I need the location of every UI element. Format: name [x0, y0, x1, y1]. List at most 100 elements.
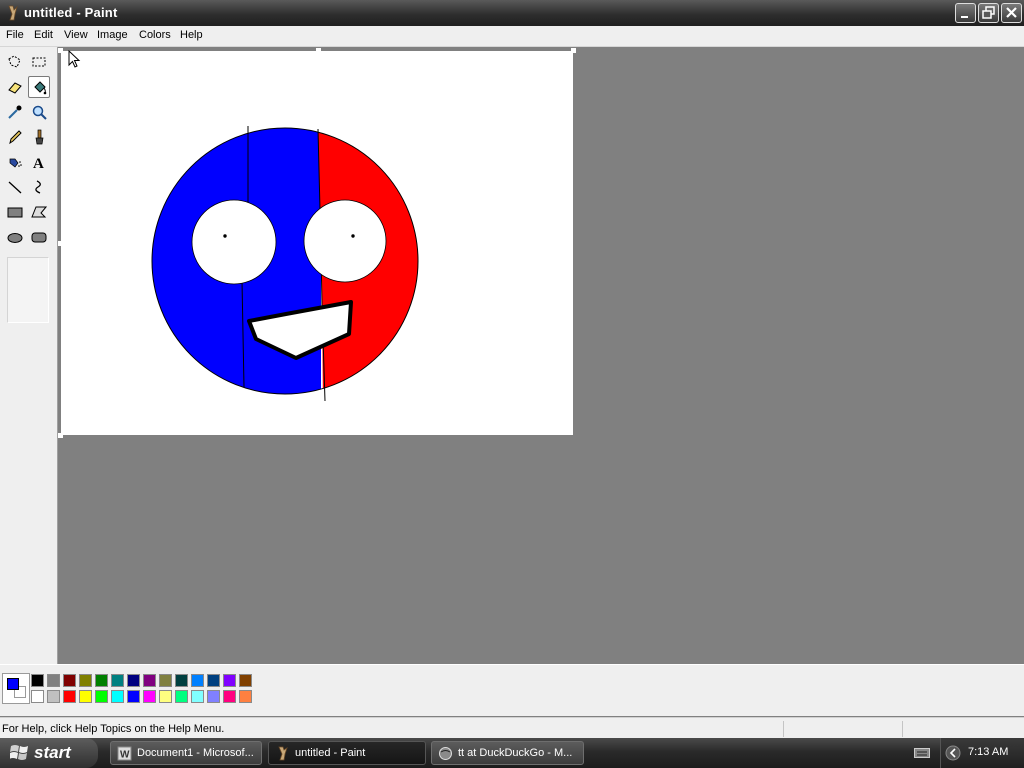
palette-swatch[interactable] [175, 690, 188, 703]
free-form-select-icon [8, 55, 21, 68]
menu-bar: File Edit View Image Colors Help [0, 26, 1024, 47]
tool-airbrush[interactable] [4, 151, 26, 173]
menu-edit[interactable]: Edit [34, 29, 53, 41]
word-icon: W [117, 746, 132, 761]
palette-swatch[interactable] [175, 674, 188, 687]
palette-swatch[interactable] [223, 674, 236, 687]
task-paint[interactable]: untitled - Paint [268, 741, 426, 765]
palette-swatch[interactable] [95, 674, 108, 687]
clock: 7:13 AM [968, 746, 1009, 758]
paint-app-icon [8, 5, 18, 21]
tool-line[interactable] [4, 176, 26, 198]
tool-pencil[interactable] [4, 126, 26, 148]
airbrush-icon [9, 158, 22, 168]
keyboard-icon[interactable] [914, 747, 930, 759]
tool-color-picker[interactable] [4, 101, 26, 123]
system-tray: 7:13 AM [940, 738, 1024, 768]
palette-swatch[interactable] [239, 690, 252, 703]
palette-swatch[interactable] [127, 690, 140, 703]
curve-icon [35, 180, 41, 194]
restore-button[interactable] [978, 3, 999, 23]
task-browser[interactable]: tt at DuckDuckGo - M... [431, 741, 584, 765]
brush-icon [35, 129, 44, 145]
tool-text[interactable]: A [28, 151, 50, 173]
task-label: Document1 - Microsof... [137, 747, 254, 759]
tool-eraser[interactable] [4, 76, 26, 98]
text-icon: A [33, 156, 44, 170]
palette-swatch[interactable] [47, 674, 60, 687]
palette-swatch[interactable] [191, 690, 204, 703]
status-divider [902, 721, 903, 737]
palette-swatch[interactable] [111, 690, 124, 703]
palette-swatch[interactable] [47, 690, 60, 703]
title-bar[interactable]: untitled - Paint [0, 0, 1024, 26]
status-bar: For Help, click Help Topics on the Help … [0, 717, 1024, 739]
menu-help[interactable]: Help [180, 29, 203, 41]
rect-select-icon [32, 57, 46, 67]
tool-free-form-select[interactable] [4, 51, 26, 73]
tool-options-panel[interactable] [7, 257, 49, 323]
rounded-rect-icon [31, 232, 47, 243]
fill-bucket-icon [34, 81, 47, 95]
tool-fill[interactable] [28, 76, 50, 98]
palette-swatch[interactable] [31, 690, 44, 703]
restore-icon [982, 6, 995, 19]
palette-swatch[interactable] [79, 690, 92, 703]
palette-swatch[interactable] [223, 690, 236, 703]
palette-swatch[interactable] [143, 690, 156, 703]
tool-curve[interactable] [28, 176, 50, 198]
palette-swatch[interactable] [111, 674, 124, 687]
color-picker-icon [8, 105, 22, 119]
task-label: untitled - Paint [295, 747, 366, 759]
palette-swatch[interactable] [159, 674, 172, 687]
menu-view[interactable]: View [64, 29, 88, 41]
tool-ellipse[interactable] [4, 226, 26, 248]
tool-rounded-rect[interactable] [28, 226, 50, 248]
resize-handle[interactable] [58, 48, 63, 53]
tray-expand-icon[interactable] [945, 745, 961, 761]
tool-brush[interactable] [28, 126, 50, 148]
tool-magnifier[interactable] [28, 101, 50, 123]
resize-handle[interactable] [316, 48, 321, 53]
palette-swatch[interactable] [159, 690, 172, 703]
close-button[interactable] [1001, 3, 1022, 23]
palette-swatch[interactable] [31, 674, 44, 687]
palette-swatch[interactable] [63, 674, 76, 687]
palette-swatch[interactable] [143, 674, 156, 687]
paint-icon [278, 746, 288, 761]
resize-handle[interactable] [58, 241, 63, 246]
palette-swatch[interactable] [239, 674, 252, 687]
drawing-canvas[interactable] [58, 48, 576, 438]
tool-rect-select[interactable] [28, 51, 50, 73]
tool-rectangle[interactable] [4, 201, 26, 223]
resize-handle[interactable] [58, 433, 63, 438]
tool-polygon[interactable] [28, 201, 50, 223]
polygon-icon [31, 206, 47, 218]
resize-handle[interactable] [571, 48, 576, 53]
palette-swatch[interactable] [63, 690, 76, 703]
ellipse-icon [7, 233, 23, 243]
window-title: untitled - Paint [24, 5, 118, 20]
menu-image[interactable]: Image [97, 29, 128, 41]
palette-swatch[interactable] [79, 674, 92, 687]
minimize-button[interactable] [955, 3, 976, 23]
toolbox: A [0, 47, 58, 664]
palette-swatch[interactable] [95, 690, 108, 703]
current-colors-indicator[interactable] [2, 673, 30, 704]
task-document1[interactable]: W Document1 - Microsof... [110, 741, 262, 765]
palette-swatch[interactable] [207, 690, 220, 703]
foreground-color-swatch [7, 678, 19, 690]
mouse-cursor-icon [68, 50, 81, 68]
svg-text:A: A [33, 156, 44, 170]
menu-colors[interactable]: Colors [139, 29, 171, 41]
palette-swatch[interactable] [127, 674, 140, 687]
color-palette [0, 664, 1024, 716]
eraser-icon [8, 82, 22, 94]
palette-swatch[interactable] [207, 674, 220, 687]
line-icon [8, 181, 22, 194]
start-label: start [34, 743, 71, 762]
start-button[interactable]: start [0, 738, 98, 768]
canvas-drawing [151, 126, 419, 402]
palette-swatch[interactable] [191, 674, 204, 687]
menu-file[interactable]: File [6, 29, 24, 41]
